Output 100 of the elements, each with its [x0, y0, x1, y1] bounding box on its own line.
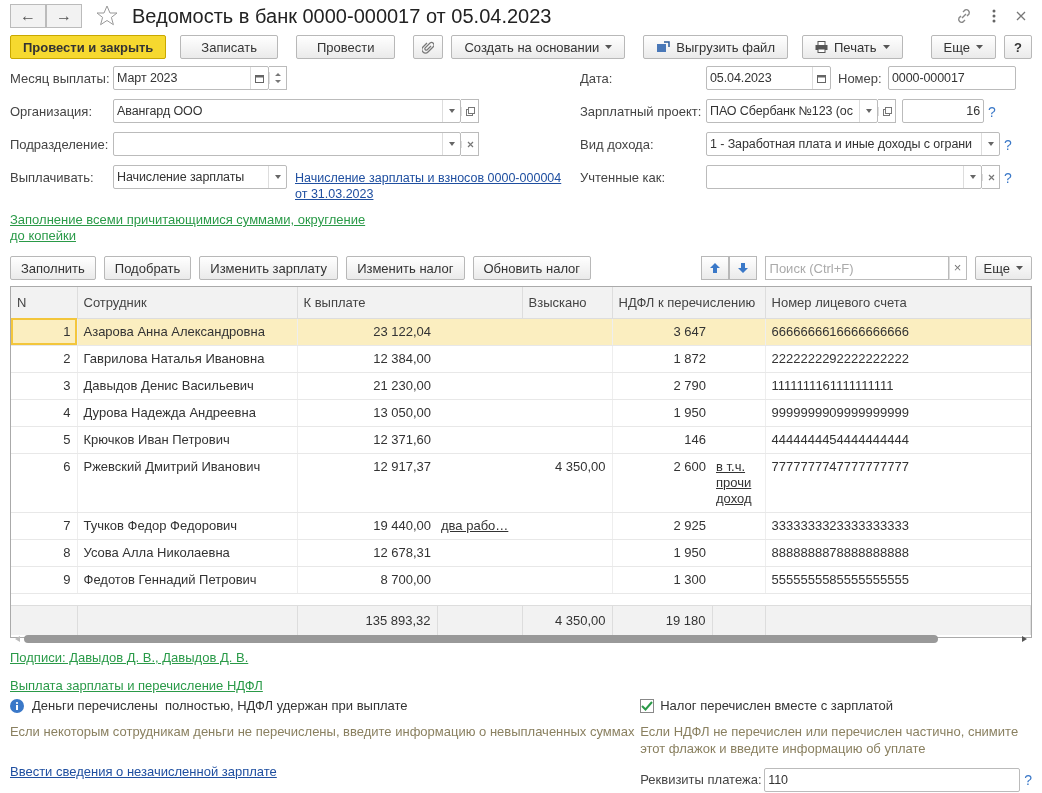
input-field[interactable]	[113, 132, 461, 156]
help-link[interactable]: ?	[988, 99, 996, 125]
field-label: Выплачивать:	[10, 169, 95, 187]
input-field[interactable]: 1 - Заработная плата и иные доходы с ограни	[706, 132, 1000, 156]
table-cell: 3	[11, 372, 77, 399]
unpaid-salary-link[interactable]: Ввести сведения о незачисленной зарплате	[10, 764, 277, 780]
create-based-on-button[interactable]: Создать на основании	[451, 35, 626, 60]
table-cell: Крючков Иван Петрович	[77, 426, 297, 453]
caret-icon	[1016, 266, 1023, 270]
table-cell: 8 700,00	[297, 566, 437, 593]
input-field[interactable]	[706, 165, 982, 189]
forward-button[interactable]: →	[46, 4, 82, 29]
table-cell: 2 925	[612, 512, 712, 539]
signatures-link[interactable]: Подписи: Давыдов Д. В., Давыдов Д. В.	[10, 650, 249, 666]
table-cell: 6666666616666666666	[765, 318, 1031, 345]
print-button[interactable]: Печать	[802, 35, 903, 60]
column-header[interactable]: Номер лицевого счета	[765, 287, 1031, 318]
table-button[interactable]: Подобрать	[103, 256, 192, 280]
table-cell: Гаврилова Наталья Ивановна	[77, 345, 297, 372]
export-icon	[656, 41, 671, 54]
table-cell: 9	[11, 566, 77, 593]
checkbox-label: Налог перечислен вместе с зарплатой	[660, 698, 894, 713]
table-cell: Дурова Надежда Андреевна	[77, 399, 297, 426]
help-link[interactable]: ?	[1004, 132, 1012, 158]
note-link[interactable]: в т.ч. прочи доход	[716, 458, 761, 507]
paperclip-button[interactable]	[413, 35, 444, 60]
more-button[interactable]: Еще	[974, 256, 1032, 280]
table-cell: 9999999909999999999	[765, 399, 1031, 426]
table-cell: 12 384,00	[297, 345, 437, 372]
document-link[interactable]: Начисление зарплаты и взносов 0000-000004 от 31.03.2023	[295, 170, 565, 202]
move-up-button[interactable]	[700, 256, 729, 280]
table-cell: 1111111161111111111	[765, 372, 1031, 399]
total-cell: 135 893,32	[297, 605, 437, 635]
toolbar-button[interactable]: Записать	[180, 35, 278, 60]
input-field[interactable]: Март 2023	[113, 66, 269, 90]
back-button[interactable]: ←	[10, 4, 46, 29]
close-icon[interactable]	[1016, 11, 1026, 22]
help-link[interactable]: ?	[1024, 767, 1032, 793]
column-header[interactable]: Сотрудник	[77, 287, 297, 318]
export-file-button[interactable]: Выгрузить файл	[643, 35, 788, 60]
field-label: Зарплатный проект:	[580, 103, 703, 121]
note-link[interactable]: два рабо…	[441, 517, 509, 534]
total-cell: 4 350,00	[522, 605, 612, 635]
table-cell: Федотов Геннадий Петрович	[77, 566, 297, 593]
checkbox[interactable]	[640, 698, 655, 713]
input-field[interactable]: ПАО Сбербанк №123 (ос	[706, 99, 878, 123]
search-field[interactable]: Поиск (Ctrl+F)	[764, 256, 949, 280]
paperclip-icon	[422, 40, 435, 54]
table-cell: 1 872	[612, 345, 712, 372]
table-cell: Давыдов Денис Васильевич	[77, 372, 297, 399]
post-and-close-button[interactable]: Провести и закрыть	[10, 35, 167, 60]
payment-link[interactable]: Выплата зарплаты и перечисление НДФЛ	[10, 678, 263, 694]
link-icon[interactable]	[956, 8, 972, 25]
table-cell: 8	[11, 539, 77, 566]
caret-icon	[605, 45, 613, 50]
scroll-left-icon[interactable]	[15, 636, 20, 642]
more-icon[interactable]	[992, 9, 996, 24]
table-button[interactable]: Изменить налог	[346, 256, 465, 280]
column-header[interactable]: НДФЛ к перечислению	[612, 287, 766, 318]
table-cell: Тучков Федор Федорович	[77, 512, 297, 539]
input-field[interactable]: 16	[902, 99, 984, 123]
caret-icon	[882, 45, 890, 50]
arrow-down-icon	[737, 263, 748, 273]
field-label: Вид дохода:	[580, 136, 655, 154]
input-field[interactable]: Начисление зарплаты	[113, 165, 287, 189]
column-header[interactable]: N	[11, 287, 77, 318]
help-link[interactable]: ?	[1004, 165, 1012, 191]
table-button[interactable]: Изменить зарплату	[199, 256, 339, 280]
arrow-up-icon	[709, 263, 720, 273]
input-field[interactable]: Авангард ООО	[113, 99, 461, 123]
table-cell: 12 371,60	[297, 426, 437, 453]
input-field[interactable]: 05.04.2023	[706, 66, 831, 90]
help-button[interactable]: ?	[1004, 35, 1032, 60]
table-cell: 1 950	[612, 399, 712, 426]
input-field[interactable]: 110	[764, 768, 1021, 792]
field-label: Организация:	[10, 103, 94, 121]
info-text: Деньги перечислены полностью, НДФЛ удержан при выплате	[32, 698, 408, 713]
table-cell: 6	[11, 453, 77, 512]
toolbar-button[interactable]: Провести	[295, 35, 396, 60]
table-cell: 5	[11, 426, 77, 453]
clear-button[interactable]: ×	[948, 256, 967, 280]
fill-mode-link[interactable]: Заполнение всеми причитающимися суммами, округление до копейки	[10, 212, 380, 244]
scroll-right-icon[interactable]	[1022, 636, 1027, 642]
field-label: Учтенные как:	[580, 169, 667, 187]
move-down-button[interactable]	[728, 256, 757, 280]
table-button[interactable]: Обновить налог	[472, 256, 592, 280]
table-button[interactable]: Заполнить	[10, 256, 96, 280]
table-cell: 1	[11, 318, 77, 345]
table-cell: 7	[11, 512, 77, 539]
column-header[interactable]: К выплате	[297, 287, 522, 318]
table-cell: 12 678,31	[297, 539, 437, 566]
table-cell: 13 050,00	[297, 399, 437, 426]
table-cell: Азарова Анна Александровна	[77, 318, 297, 345]
input-field[interactable]: 0000-000017	[888, 66, 1016, 90]
field-label: Подразделение:	[10, 136, 110, 154]
hint-text: Если НДФЛ не перечислен или перечислен частично, снимите этот флажок и введите информацию об уплате	[640, 723, 1020, 757]
more-button[interactable]: Еще	[930, 35, 997, 60]
star-icon[interactable]	[96, 5, 118, 28]
column-header[interactable]: Взыскано	[522, 287, 612, 318]
field-label: Номер:	[838, 70, 883, 88]
